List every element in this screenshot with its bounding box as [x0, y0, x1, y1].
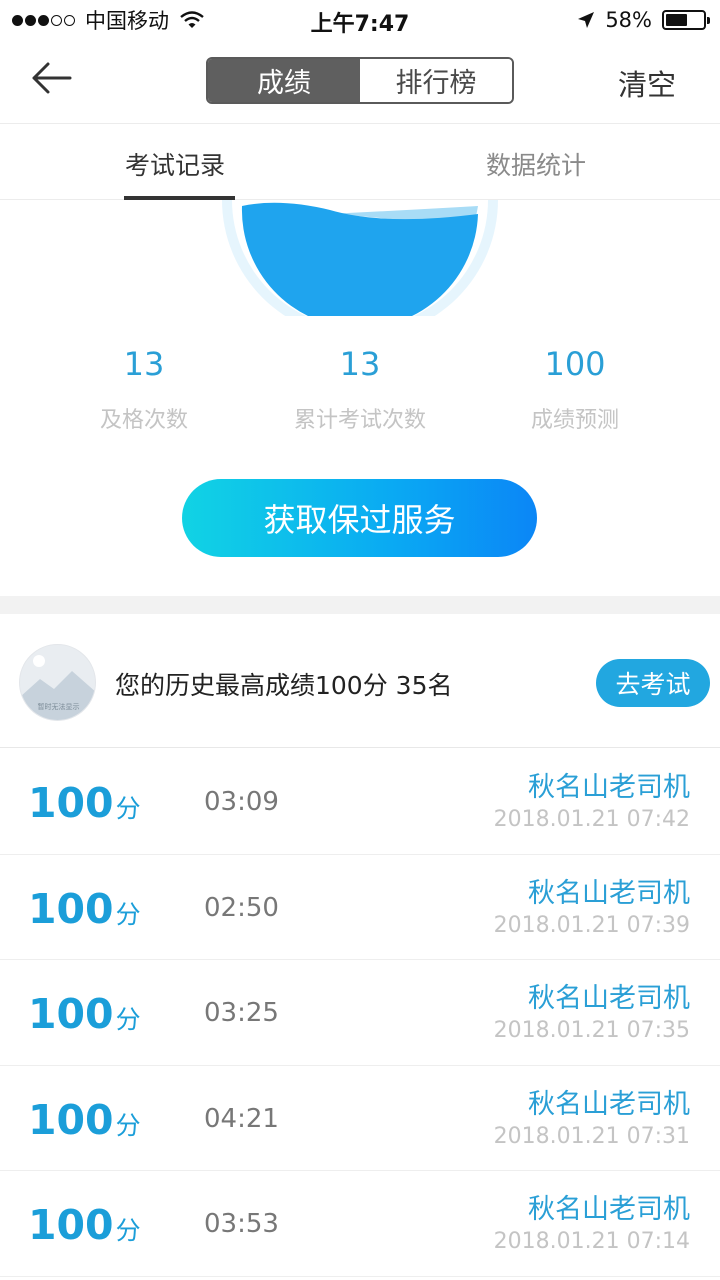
record-score-unit: 分: [115, 899, 141, 929]
get-pass-service-button[interactable]: 获取保过服务: [182, 479, 537, 557]
location-arrow-icon: [578, 12, 595, 28]
clear-button[interactable]: 清空: [618, 62, 676, 104]
segment-score[interactable]: 成绩: [208, 59, 360, 102]
stat-pass-count: 13 及格次数: [24, 344, 264, 434]
record-score: 100分: [28, 885, 141, 939]
record-row[interactable]: 100分 03:53 秋名山老司机 2018.01.21 07:14: [0, 1171, 720, 1277]
record-score-value: 100: [28, 779, 114, 827]
record-duration: 04:21: [204, 1103, 279, 1134]
avatar-caption: 暂时无法显示: [38, 702, 80, 711]
stat-label: 累计考试次数: [293, 408, 426, 433]
avatar: 暂时无法显示: [19, 644, 96, 721]
tab-bar: 考试记录 数据统计: [0, 124, 720, 200]
segmented-control: 成绩 排行榜: [206, 57, 514, 104]
record-score-value: 100: [28, 1201, 114, 1249]
record-user: 秋名山老司机: [528, 1088, 690, 1120]
record-score: 100分: [28, 1096, 141, 1150]
record-score-value: 100: [28, 884, 114, 933]
best-score-text: 您的历史最高成绩100分 35名: [115, 671, 453, 700]
record-timestamp: 2018.01.21 07:35: [493, 1018, 690, 1043]
record-score-value: 100: [28, 990, 114, 1038]
record-score: 100分: [28, 1201, 141, 1255]
record-score-unit: 分: [115, 1110, 141, 1140]
segment-ranking[interactable]: 排行榜: [360, 59, 512, 102]
record-user: 秋名山老司机: [528, 877, 690, 909]
score-gauge: [222, 200, 498, 316]
record-user: 秋名山老司机: [528, 983, 690, 1014]
back-arrow-icon[interactable]: [26, 56, 78, 100]
battery-fill: [666, 14, 687, 26]
stat-label: 及格次数: [99, 408, 188, 433]
record-timestamp: 2018.01.21 07:31: [493, 1123, 690, 1149]
record-row[interactable]: 100分 03:25 秋名山老司机 2018.01.21 07:35: [0, 960, 720, 1066]
record-score: 100分: [28, 779, 141, 833]
section-divider: [0, 596, 720, 614]
record-duration: 03:09: [204, 787, 279, 817]
record-duration: 03:53: [204, 1209, 279, 1239]
record-row[interactable]: 100分 03:09 秋名山老司机 2018.01.21 07:42: [0, 749, 720, 855]
record-score-value: 100: [28, 1095, 114, 1144]
battery-percent: 58%: [605, 8, 652, 32]
record-duration: 03:25: [204, 998, 279, 1028]
record-user: 秋名山老司机: [528, 772, 690, 803]
stat-total-exams: 13 累计考试次数: [240, 344, 480, 434]
tab-exam-records[interactable]: 考试记录: [125, 146, 225, 182]
record-score-unit: 分: [115, 1216, 141, 1245]
battery-icon: [662, 10, 710, 30]
tab-data-statistics[interactable]: 数据统计: [486, 146, 586, 182]
record-user: 秋名山老司机: [528, 1194, 690, 1225]
record-timestamp: 2018.01.21 07:39: [493, 912, 690, 938]
record-score: 100分: [28, 990, 141, 1044]
nav-bar: 成绩 排行榜 清空: [0, 40, 720, 124]
record-row[interactable]: 100分 04:21 秋名山老司机 2018.01.21 07:31: [0, 1066, 720, 1171]
stat-value: 100: [544, 345, 606, 383]
record-timestamp: 2018.01.21 07:14: [493, 1229, 690, 1254]
record-timestamp: 2018.01.21 07:42: [493, 807, 690, 832]
stat-value: 13: [123, 345, 165, 383]
record-row[interactable]: 100分 02:50 秋名山老司机 2018.01.21 07:39: [0, 855, 720, 960]
status-bar: 中国移动 上午7:47 58%: [0, 0, 720, 40]
image-placeholder-icon: 暂时无法显示: [20, 655, 95, 720]
record-duration: 02:50: [204, 892, 279, 923]
stat-score-prediction: 100 成绩预测: [455, 344, 695, 434]
tab-underline: [124, 196, 235, 200]
exam-records-list: 100分 03:09 秋名山老司机 2018.01.21 07:42 100分 02:50…: [0, 749, 720, 1277]
best-score-row: 暂时无法显示 您的历史最高成绩100分 35名 去考试: [0, 614, 720, 748]
stat-value: 13: [339, 345, 381, 383]
stat-label: 成绩预测: [530, 408, 619, 433]
go-exam-button[interactable]: 去考试: [596, 659, 710, 707]
record-score-unit: 分: [115, 1005, 141, 1034]
status-right: 58%: [577, 6, 710, 34]
record-score-unit: 分: [115, 794, 141, 823]
